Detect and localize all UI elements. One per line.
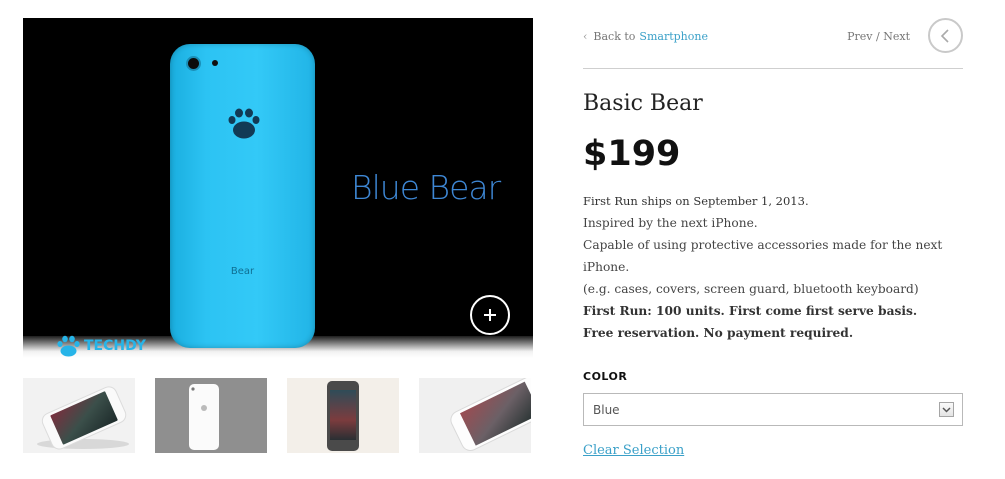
thumbnail-4[interactable] [419, 378, 531, 453]
chevron-left-icon [940, 28, 949, 43]
product-title: Basic Bear [583, 91, 703, 116]
previous-product-button[interactable] [928, 18, 963, 53]
divider [583, 68, 963, 69]
description-bold-line: First Run: 100 units. First come first s… [583, 304, 918, 318]
description-line: Capable of using protective accessories … [583, 238, 943, 274]
chevron-left-icon: ‹ [583, 30, 588, 43]
color-option-label: COLOR [583, 370, 628, 383]
ship-note: First Run ships on September 1, 2013. [583, 194, 809, 208]
plus-icon [484, 309, 496, 321]
prev-link[interactable]: Prev [847, 30, 872, 43]
logo-text: TECHDY [84, 338, 146, 354]
techdy-logo: TECHDY [56, 334, 146, 358]
next-link[interactable]: Next [883, 30, 910, 43]
clear-selection-link[interactable]: Clear Selection [583, 443, 684, 458]
breadcrumb: ‹ Back to Smartphone [583, 30, 708, 43]
back-to-category-link[interactable]: Smartphone [639, 30, 708, 43]
description-line: Inspired by the next iPhone. [583, 216, 758, 230]
phone-thumbnail-image [327, 381, 359, 451]
product-description: First Run ships on September 1, 2013. In… [583, 193, 963, 344]
phone-thumbnail-image [450, 378, 531, 452]
color-select-value: Blue [593, 402, 620, 417]
thumbnail-1[interactable] [23, 378, 135, 453]
hero-caption: Blue Bear [351, 168, 501, 207]
thumbnail-2[interactable] [155, 378, 267, 453]
paw-icon [57, 335, 80, 357]
description-bold-line: Free reservation. No payment required. [583, 326, 854, 340]
zoom-button[interactable] [470, 295, 510, 335]
prev-next-separator: / [876, 30, 880, 43]
phone-thumbnail-image [189, 384, 219, 450]
phone-back-illustration: Bear [170, 44, 315, 348]
camera-icon [188, 58, 199, 69]
prev-next-nav: Prev / Next [847, 30, 910, 43]
breadcrumb-prefix: Back to [593, 30, 636, 43]
chevron-down-icon[interactable] [939, 402, 954, 417]
thumbnail-3[interactable] [287, 378, 399, 453]
product-price: $199 [583, 134, 681, 174]
paw-logo-icon [228, 108, 260, 139]
color-select[interactable]: Blue [583, 393, 963, 426]
phone-thumbnail-image [37, 386, 129, 450]
product-details: ‹ Back to Smartphone Prev / Next Basic B… [583, 0, 963, 479]
phone-brand-label: Bear [230, 266, 255, 277]
flash-icon [212, 60, 218, 66]
product-hero-image[interactable]: Bear Blue Bear TECHDY [23, 18, 533, 358]
description-line: (e.g. cases, covers, screen guard, bluet… [583, 282, 919, 296]
